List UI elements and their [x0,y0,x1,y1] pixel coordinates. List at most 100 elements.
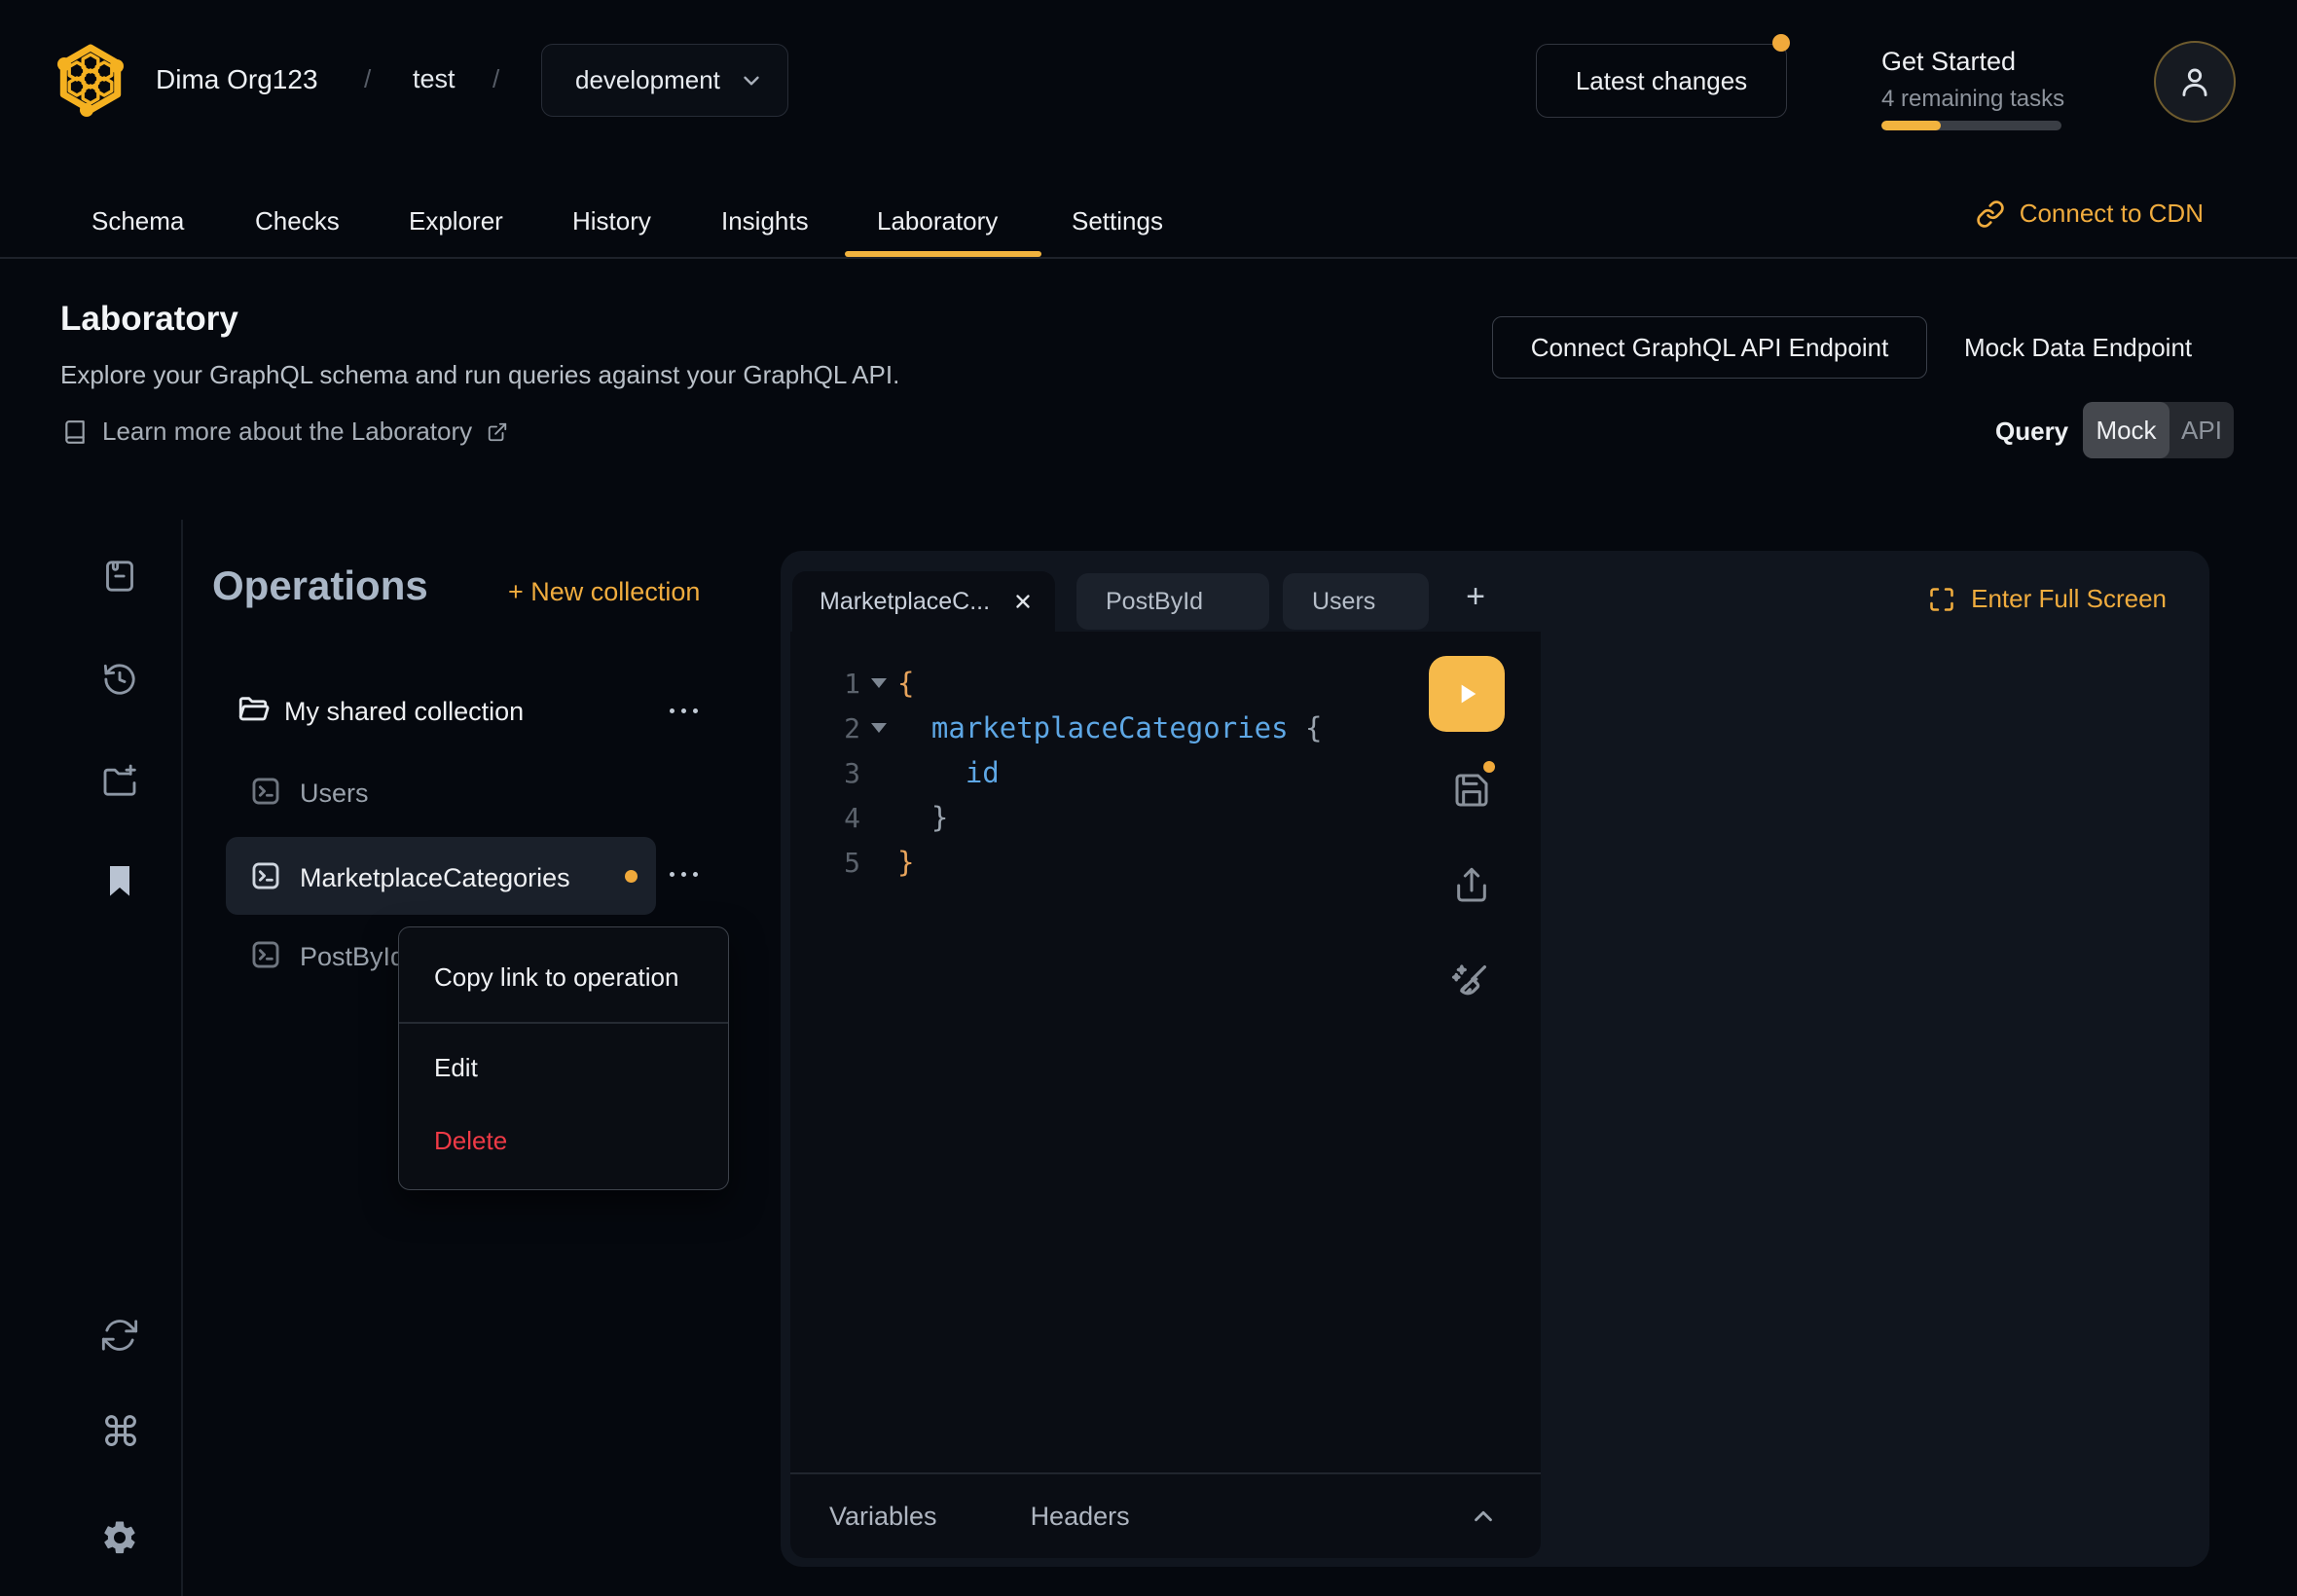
operation-icon [249,859,282,892]
menu-item-edit[interactable]: Edit [399,1053,728,1083]
run-query-button[interactable] [1429,656,1505,732]
operation-context-menu: Copy link to operation Edit Delete [398,926,729,1190]
user-icon [2176,63,2213,100]
progress-fill [1881,121,1941,130]
tab-laboratory[interactable]: Laboratory [877,206,998,236]
menu-divider [399,1022,728,1024]
chevron-up-icon[interactable] [1469,1502,1498,1531]
tab-insights[interactable]: Insights [721,206,809,236]
tab-checks[interactable]: Checks [255,206,340,236]
query-editor[interactable]: 1 { 2 marketplaceCategories { 3 id 4 } [790,632,1541,1472]
breadcrumb-separator: / [364,64,371,94]
save-icon[interactable] [1452,771,1491,810]
variant-dropdown[interactable]: development [541,44,788,117]
code-line: 3 id [790,750,1541,795]
new-collection-button[interactable]: + New collection [508,577,700,607]
code-line: 5 } [790,840,1541,885]
code-token: { [1289,711,1323,744]
get-started-subtitle: 4 remaining tasks [1881,86,2064,113]
code-token: { [897,667,914,700]
link-icon [1976,200,2005,229]
breadcrumb-separator: / [492,64,499,94]
line-number: 3 [790,757,860,789]
prettify-broom-icon[interactable] [1448,959,1493,1003]
collection-item-postbyid[interactable]: PostById [300,942,405,972]
learn-more-label: Learn more about the Laboratory [102,417,472,447]
chevron-down-icon [739,68,764,93]
tab-settings[interactable]: Settings [1072,206,1163,236]
connect-endpoint-button[interactable]: Connect GraphQL API Endpoint [1492,316,1927,379]
book-icon [62,419,88,445]
breadcrumb-project[interactable]: test [413,64,456,94]
learn-more-link[interactable]: Learn more about the Laboratory [62,417,508,447]
rail-divider [181,520,183,1596]
collections-icon[interactable] [100,557,139,596]
connect-to-cdn-link[interactable]: Connect to CDN [1976,199,2204,229]
response-panel [1541,551,2209,1567]
close-icon[interactable] [1012,591,1034,612]
operation-menu-button[interactable] [670,872,698,877]
tab-history[interactable]: History [572,206,651,236]
gear-icon[interactable] [100,1518,139,1557]
line-number: 5 [790,847,860,879]
page-title: Laboratory [60,300,238,339]
workbench-panel: Enter Full Screen MarketplaceC... PostBy… [781,551,2209,1567]
editor-tab-postbyid[interactable]: PostById [1076,573,1269,630]
new-folder-icon[interactable] [100,761,139,800]
collection-menu-button[interactable] [670,708,698,713]
active-tab-underline [845,251,1041,257]
get-started-title: Get Started [1881,47,2016,77]
unsaved-changes-dot [625,870,638,883]
editor-tab-label: MarketplaceC... [820,588,990,616]
page-description: Explore your GraphQL schema and run quer… [60,360,899,390]
editor-tab-users[interactable]: Users [1283,573,1429,630]
command-icon[interactable]: ⌘ [100,1413,139,1452]
external-link-icon [487,421,508,443]
editor-tab-marketplacecategories[interactable]: MarketplaceC... [792,571,1055,632]
code-token: marketplaceCategories [897,711,1289,744]
sync-icon[interactable] [100,1316,139,1355]
line-number: 1 [790,668,860,700]
code-token: id [897,756,1000,789]
add-tab-button[interactable]: + [1454,578,1497,616]
mock-data-endpoint-label[interactable]: Mock Data Endpoint [1964,333,2192,363]
toggle-option-api[interactable]: API [2169,402,2234,458]
operations-title: Operations [212,562,428,609]
get-started-progressbar [1881,121,2061,130]
collection-folder[interactable]: My shared collection [284,697,524,727]
operation-icon [249,775,282,808]
share-icon[interactable] [1452,866,1491,905]
graphos-logo-icon[interactable] [56,41,125,117]
code-token: } [897,846,914,879]
collection-item-marketplacecategories[interactable]: MarketplaceCategories [300,863,570,893]
editor-tab-label: PostById [1106,588,1203,616]
latest-changes-button[interactable]: Latest changes [1536,44,1787,118]
unsaved-changes-dot [1483,761,1495,773]
variables-tab[interactable]: Variables [829,1502,937,1532]
headers-tab[interactable]: Headers [1031,1502,1130,1532]
query-toggle-label: Query [1995,417,2068,447]
line-number: 4 [790,802,860,834]
breadcrumb-org[interactable]: Dima Org123 [156,64,318,95]
tab-schema[interactable]: Schema [91,206,184,236]
nav-tabs: Schema Checks Explorer History Insights … [0,167,2297,259]
user-avatar[interactable] [2154,41,2236,123]
operation-icon [249,938,282,971]
history-icon[interactable] [100,660,139,699]
code-token: } [897,801,948,834]
tab-explorer[interactable]: Explorer [409,206,503,236]
toggle-option-mock[interactable]: Mock [2083,402,2169,458]
variant-dropdown-value: development [575,65,720,95]
menu-item-delete[interactable]: Delete [399,1126,728,1156]
collection-item-users[interactable]: Users [300,779,369,809]
app-root: Dima Org123 / test / development Latest … [0,0,2297,1596]
folder-open-icon [237,693,270,726]
menu-item-copy-link[interactable]: Copy link to operation [399,962,728,993]
query-mode-toggle: Mock API [2083,402,2234,458]
fold-toggle-icon[interactable] [860,723,897,733]
connect-to-cdn-label: Connect to CDN [2020,199,2204,229]
line-number: 2 [790,712,860,744]
editor-footer: Variables Headers [790,1472,1541,1558]
bookmark-icon[interactable] [100,861,139,900]
fold-toggle-icon[interactable] [860,678,897,688]
